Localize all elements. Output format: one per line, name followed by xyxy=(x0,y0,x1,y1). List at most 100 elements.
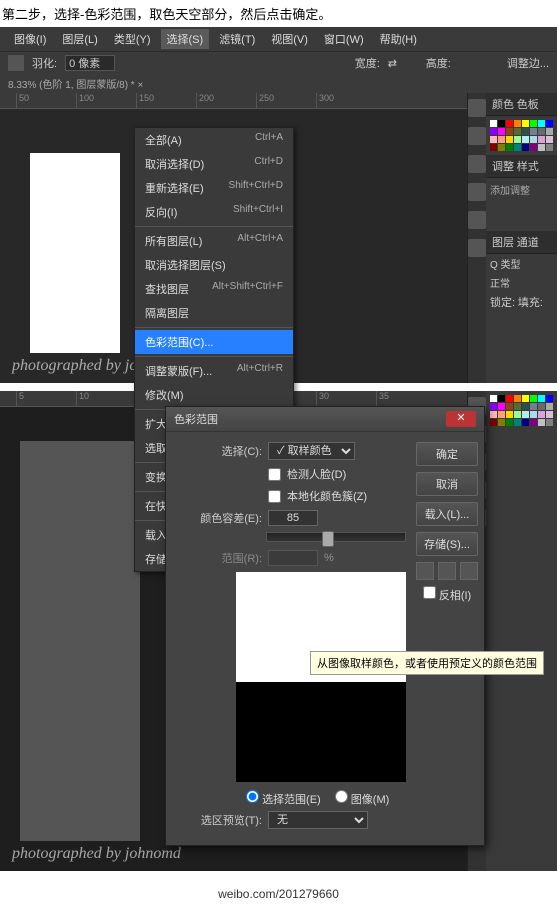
swatches-grid[interactable] xyxy=(486,116,557,155)
menu-item[interactable]: 取消选择(D)Ctrl+D xyxy=(135,152,293,176)
preview-area[interactable] xyxy=(236,572,406,782)
swatch[interactable] xyxy=(506,144,513,151)
swatch[interactable] xyxy=(490,144,497,151)
swatch[interactable] xyxy=(506,419,513,426)
menu-item[interactable]: 取消选择图层(S) xyxy=(135,253,293,277)
swatch[interactable] xyxy=(490,403,497,410)
layer-kind[interactable]: Q 类型 xyxy=(486,254,557,273)
swatch[interactable] xyxy=(498,411,505,418)
swatch[interactable] xyxy=(522,120,529,127)
color-swatches-tab[interactable]: 颜色 色板 xyxy=(486,93,557,116)
save-button[interactable]: 存储(S)... xyxy=(416,532,478,556)
swatch[interactable] xyxy=(522,136,529,143)
swatches-grid-2[interactable] xyxy=(486,391,557,430)
swatch[interactable] xyxy=(514,128,521,135)
swatch[interactable] xyxy=(538,144,545,151)
ok-button[interactable]: 确定 xyxy=(416,442,478,466)
menu-item[interactable]: 反向(I)Shift+Ctrl+I xyxy=(135,200,293,224)
adjust-edge-button[interactable]: 调整边... xyxy=(507,55,549,71)
swatch[interactable] xyxy=(546,136,553,143)
swatch[interactable] xyxy=(498,128,505,135)
eyedropper-icon[interactable] xyxy=(416,562,434,580)
layers-tab[interactable]: 图层 通道 xyxy=(486,231,557,254)
cancel-button[interactable]: 取消 xyxy=(416,472,478,496)
select-dropdown[interactable]: ✓ 取样颜色 xyxy=(268,442,355,460)
selection-preview-dropdown[interactable]: 无 xyxy=(268,811,368,829)
swatch[interactable] xyxy=(498,419,505,426)
menu-item[interactable]: 所有图层(L)Alt+Ctrl+A xyxy=(135,229,293,253)
swatch[interactable] xyxy=(530,136,537,143)
eyedropper-sub-icon[interactable] xyxy=(460,562,478,580)
canvas-2[interactable] xyxy=(20,441,140,841)
radio-image[interactable]: 图像(M) xyxy=(335,790,390,807)
menu-item[interactable]: 重新选择(E)Shift+Ctrl+D xyxy=(135,176,293,200)
panel-icon[interactable] xyxy=(468,127,486,145)
menu-help[interactable]: 帮助(H) xyxy=(374,29,423,49)
swatch[interactable] xyxy=(530,120,537,127)
swatch[interactable] xyxy=(498,144,505,151)
swatch[interactable] xyxy=(490,411,497,418)
swatch[interactable] xyxy=(506,128,513,135)
swatch[interactable] xyxy=(506,411,513,418)
swatch[interactable] xyxy=(506,136,513,143)
tool-icon[interactable] xyxy=(8,55,24,71)
swatch[interactable] xyxy=(538,128,545,135)
menu-item[interactable]: 隔离图层 xyxy=(135,301,293,325)
swatch[interactable] xyxy=(490,120,497,127)
swatch[interactable] xyxy=(514,144,521,151)
swatch[interactable] xyxy=(514,403,521,410)
swatch[interactable] xyxy=(490,395,497,402)
menu-type[interactable]: 类型(Y) xyxy=(108,29,157,49)
menu-item[interactable]: 全部(A)Ctrl+A xyxy=(135,128,293,152)
detect-faces-checkbox[interactable] xyxy=(268,468,281,481)
close-icon[interactable]: ✕ xyxy=(446,411,476,427)
panel-icon[interactable] xyxy=(468,239,486,257)
swatch[interactable] xyxy=(522,411,529,418)
swatch[interactable] xyxy=(546,403,553,410)
swatch[interactable] xyxy=(490,128,497,135)
swatch[interactable] xyxy=(530,411,537,418)
menu-view[interactable]: 视图(V) xyxy=(265,29,314,49)
swatch[interactable] xyxy=(490,136,497,143)
menu-window[interactable]: 窗口(W) xyxy=(318,29,370,49)
swatch[interactable] xyxy=(546,411,553,418)
swatch[interactable] xyxy=(514,411,521,418)
swatch[interactable] xyxy=(514,136,521,143)
swatch[interactable] xyxy=(530,419,537,426)
swatch[interactable] xyxy=(514,395,521,402)
swatch[interactable] xyxy=(514,419,521,426)
fuzziness-input[interactable] xyxy=(268,510,318,526)
swatch[interactable] xyxy=(538,395,545,402)
menu-item[interactable]: 调整蒙版(F)...Alt+Ctrl+R xyxy=(135,359,293,383)
swatch[interactable] xyxy=(506,120,513,127)
swatch[interactable] xyxy=(498,395,505,402)
swatch[interactable] xyxy=(506,403,513,410)
swatch[interactable] xyxy=(498,403,505,410)
localize-checkbox[interactable] xyxy=(268,490,281,503)
swatch[interactable] xyxy=(530,128,537,135)
swatch[interactable] xyxy=(546,128,553,135)
adjustments-tab[interactable]: 调整 样式 xyxy=(486,155,557,178)
swatch[interactable] xyxy=(522,419,529,426)
menu-item[interactable]: 查找图层Alt+Shift+Ctrl+F xyxy=(135,277,293,301)
swatch[interactable] xyxy=(498,136,505,143)
swatch[interactable] xyxy=(538,136,545,143)
swatch[interactable] xyxy=(538,120,545,127)
swatch[interactable] xyxy=(546,120,553,127)
swatch[interactable] xyxy=(538,411,545,418)
swatch[interactable] xyxy=(522,395,529,402)
document-tab[interactable]: 8.33% (色阶 1, 图层蒙版/8) * × xyxy=(0,74,557,93)
swatch[interactable] xyxy=(530,395,537,402)
menu-select[interactable]: 选择(S) xyxy=(161,29,210,49)
fuzziness-slider[interactable] xyxy=(266,532,406,542)
swatch[interactable] xyxy=(530,403,537,410)
menu-item[interactable]: 修改(M) xyxy=(135,383,293,407)
invert-checkbox[interactable]: 反相(I) xyxy=(416,586,478,603)
menu-filter[interactable]: 滤镜(T) xyxy=(213,29,261,49)
swatch[interactable] xyxy=(522,128,529,135)
panel-icon[interactable] xyxy=(468,211,486,229)
panel-icon[interactable] xyxy=(468,99,486,117)
menu-image[interactable]: 图像(I) xyxy=(8,29,52,49)
swatch[interactable] xyxy=(522,403,529,410)
panel-icon[interactable] xyxy=(468,183,486,201)
